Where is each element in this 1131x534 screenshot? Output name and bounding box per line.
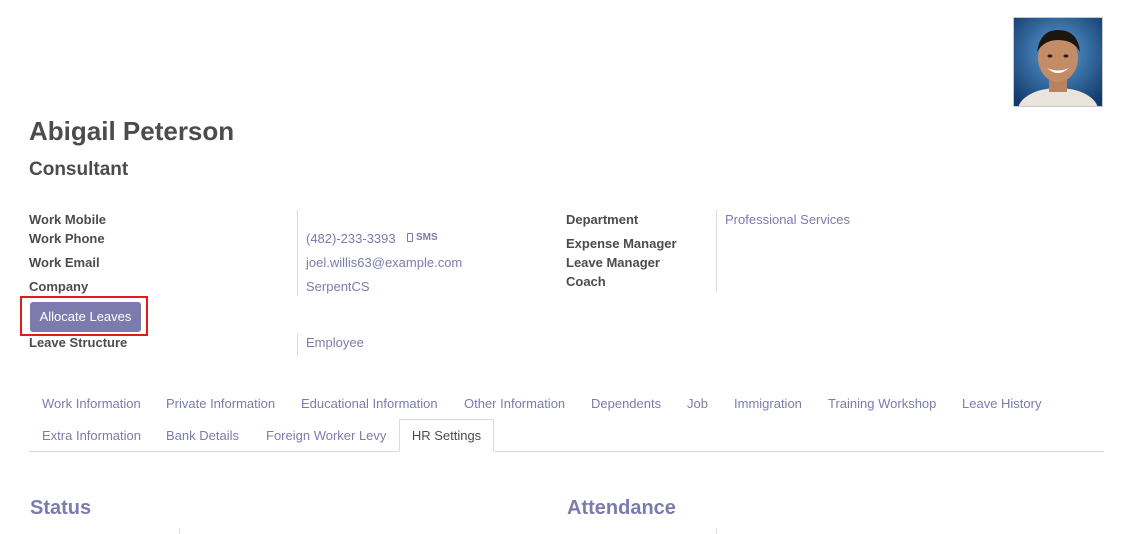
attendance-field-separator: [716, 529, 717, 534]
tab-job[interactable]: Job: [687, 396, 708, 411]
status-section-title: Status: [30, 497, 92, 519]
tab-extra-information[interactable]: Extra Information: [42, 428, 141, 443]
tab-other-information[interactable]: Other Information: [464, 396, 565, 411]
employee-name[interactable]: Abigail Peterson: [29, 116, 234, 146]
status-field-separator: [179, 529, 180, 534]
tab-private-information[interactable]: Private Information: [166, 396, 275, 411]
tab-training-workshop[interactable]: Training Workshop: [828, 396, 936, 411]
sms-label: SMS: [416, 232, 438, 243]
attendance-section-title: Attendance: [567, 497, 676, 519]
leave-structure-label: Leave Structure: [29, 335, 128, 350]
right-field-separator: [716, 210, 717, 292]
tab-dependents[interactable]: Dependents: [591, 396, 661, 411]
tabs-baseline: [29, 451, 1104, 452]
company-label: Company: [29, 279, 89, 294]
allocate-leaves-button[interactable]: Allocate Leaves: [30, 302, 141, 332]
tab-work-information[interactable]: Work Information: [42, 396, 141, 411]
tab-bank-details[interactable]: Bank Details: [166, 428, 239, 443]
tab-leave-history[interactable]: Leave History: [962, 396, 1041, 411]
tab-immigration[interactable]: Immigration: [734, 396, 802, 411]
coach-label: Coach: [566, 274, 606, 289]
work-email-label: Work Email: [29, 255, 100, 270]
leave-manager-label: Leave Manager: [566, 255, 660, 270]
employee-photo-icon: [1014, 18, 1102, 106]
department-label: Department: [566, 212, 639, 227]
employee-job-title[interactable]: Consultant: [29, 159, 128, 181]
tab-hr-settings[interactable]: HR Settings: [399, 419, 494, 452]
sms-button[interactable]: SMS: [407, 232, 438, 243]
expense-manager-label: Expense Manager: [566, 236, 677, 251]
department-value[interactable]: Professional Services: [725, 212, 850, 227]
employee-avatar[interactable]: [1013, 17, 1103, 107]
employee-form-sheet: Abigail Peterson Consultant Work Mobile …: [0, 0, 1131, 534]
work-email-value[interactable]: joel.willis63@example.com: [306, 255, 462, 270]
leave-structure-value[interactable]: Employee: [306, 335, 364, 350]
left-field-separator: [297, 210, 298, 296]
mobile-phone-icon: [407, 233, 413, 242]
tab-educational-information[interactable]: Educational Information: [301, 396, 438, 411]
work-phone-value[interactable]: (482)-233-3393: [306, 231, 396, 246]
work-mobile-label: Work Mobile: [29, 212, 107, 227]
company-value[interactable]: SerpentCS: [306, 279, 370, 294]
tab-foreign-worker-levy[interactable]: Foreign Worker Levy: [266, 428, 386, 443]
work-phone-label: Work Phone: [29, 231, 105, 246]
leave-structure-separator: [297, 333, 298, 357]
